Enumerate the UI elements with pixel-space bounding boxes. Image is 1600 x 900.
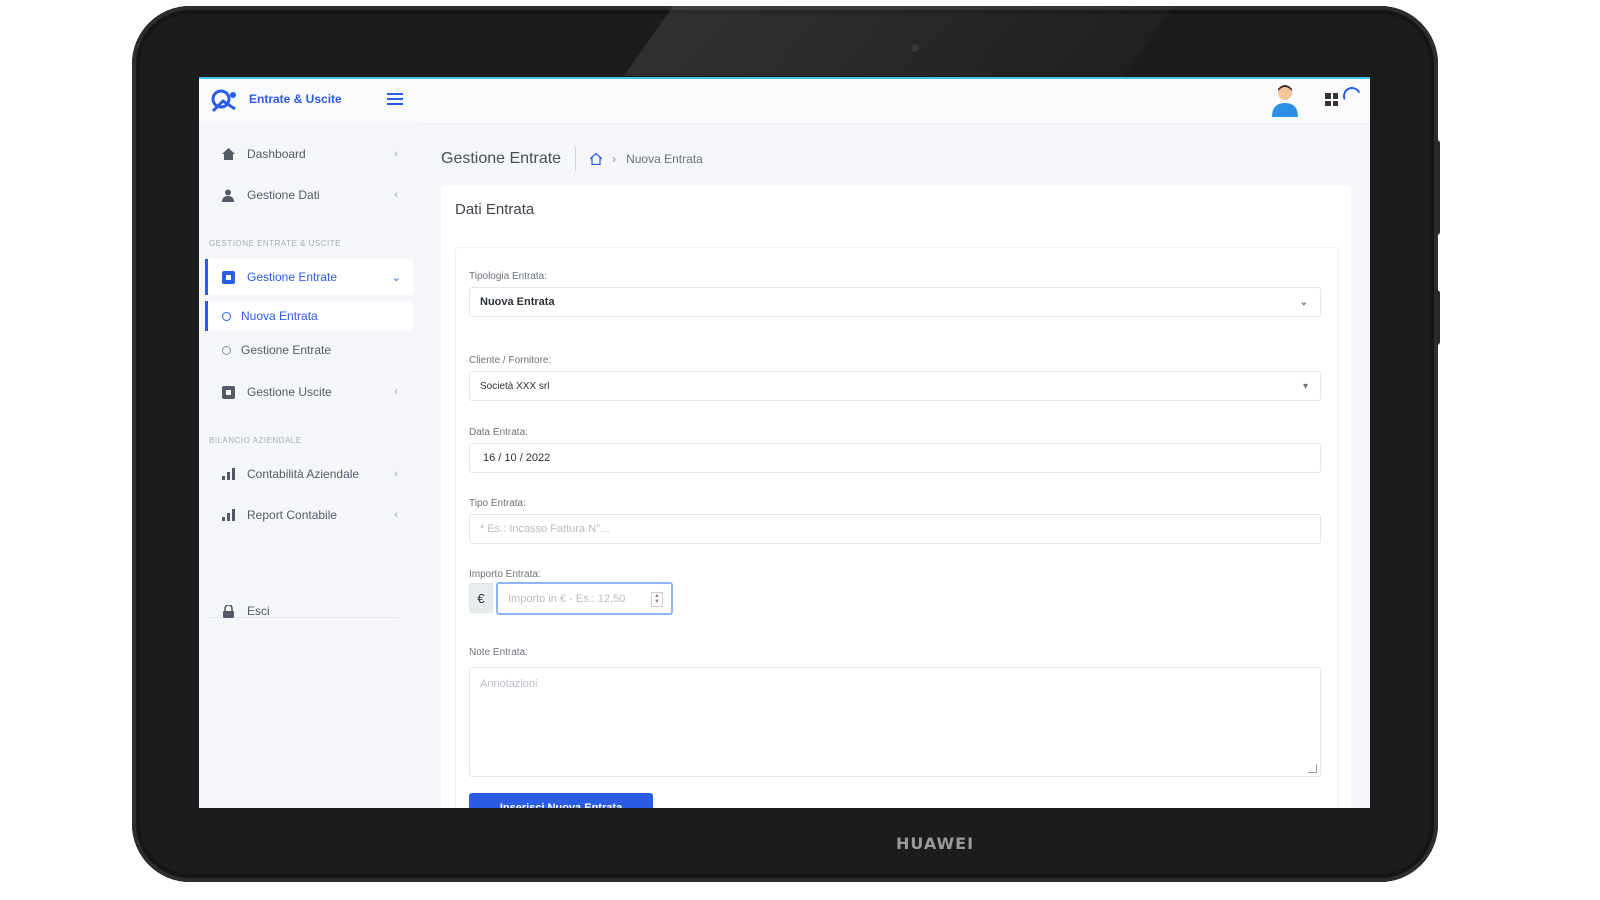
- sidebar: Dashboard ‹ Gestione Dati ‹ GESTIONE ENT…: [199, 123, 420, 808]
- app-logo-icon[interactable]: [209, 87, 239, 115]
- sidebar-item-gestione-entrate[interactable]: Gestione Entrate ⌄: [205, 259, 413, 295]
- amount-input[interactable]: Importo in € - Es.: 12,50 ▲ ▼: [496, 582, 673, 615]
- sidebar-item-gestione-uscite[interactable]: Gestione Uscite ‹: [199, 374, 410, 410]
- note-label: Note Entrata:: [469, 647, 528, 658]
- sidebar-subitem-label: Gestione Entrate: [241, 343, 332, 357]
- sidebar-item-gestione-dati[interactable]: Gestione Dati ‹: [199, 177, 410, 213]
- sidebar-item-label: Gestione Entrate: [247, 270, 338, 284]
- sidebar-subitem-nuova-entrata[interactable]: Nuova Entrata: [205, 301, 413, 331]
- circle-icon: [222, 311, 231, 321]
- sidebar-section-header: GESTIONE ENTRATE & USCITE: [209, 239, 341, 248]
- bar-chart-icon: [221, 467, 235, 481]
- screen-glare: [623, 6, 1181, 76]
- sidebar-item-contabilita[interactable]: Contabilità Aziendale ‹: [199, 456, 410, 492]
- sidebar-item-label: Report Contabile: [247, 508, 338, 522]
- lock-icon: [221, 604, 235, 618]
- submit-button[interactable]: Inserisci Nuova Entrata: [469, 793, 653, 808]
- home-icon: [221, 147, 235, 161]
- currency-addon: €: [469, 583, 493, 613]
- sidebar-item-label: Esci: [247, 604, 270, 618]
- bar-chart-icon: [221, 508, 235, 522]
- sidebar-item-logout[interactable]: Esci: [199, 593, 410, 629]
- device-brand: HUAWEI: [895, 834, 975, 853]
- chevron-left-icon: ‹: [394, 509, 398, 521]
- power-button: [1434, 290, 1440, 345]
- user-icon: [221, 188, 235, 202]
- amount-placeholder: Importo in € - Es.: 12,50: [508, 592, 626, 605]
- sidebar-item-label: Gestione Uscite: [247, 385, 332, 399]
- sidebar-subitem-gestione-entrate[interactable]: Gestione Entrate: [205, 335, 410, 365]
- number-spinner-icon[interactable]: ▲ ▼: [651, 592, 663, 607]
- menu-toggle-icon[interactable]: [387, 90, 403, 106]
- sidebar-item-dashboard[interactable]: Dashboard ‹: [199, 136, 410, 172]
- sidebar-section-header: BILANCIO AZIENDALE: [209, 436, 302, 445]
- sidebar-item-report[interactable]: Report Contabile ‹: [199, 497, 410, 533]
- calendar-icon: [221, 385, 235, 399]
- circle-icon: [222, 345, 231, 355]
- resize-handle-icon[interactable]: [1308, 764, 1317, 773]
- note-placeholder: Annotazioni: [480, 678, 538, 690]
- chevron-left-icon: ‹: [394, 386, 398, 398]
- chevron-left-icon: ‹: [394, 148, 398, 160]
- camera: [908, 41, 922, 55]
- chevron-left-icon: ‹: [394, 189, 398, 201]
- calendar-icon: [221, 270, 235, 284]
- chevron-left-icon: ‹: [394, 468, 398, 480]
- note-textarea[interactable]: Annotazioni: [469, 667, 1321, 777]
- app-screen: Entrate & Uscite Dashboard ‹ Gestione Da…: [199, 77, 1370, 808]
- chevron-down-icon: ⌄: [391, 271, 401, 284]
- app-title[interactable]: Entrate & Uscite: [249, 92, 342, 106]
- volume-button: [1434, 140, 1440, 235]
- sidebar-item-label: Gestione Dati: [247, 188, 320, 202]
- sidebar-item-label: Dashboard: [247, 147, 306, 161]
- sidebar-subitem-label: Nuova Entrata: [241, 309, 318, 323]
- amount-group: € Importo in € - Es.: 12,50 ▲ ▼ Note Entr…: [441, 77, 1351, 808]
- sidebar-item-label: Contabilità Aziendale: [247, 467, 360, 481]
